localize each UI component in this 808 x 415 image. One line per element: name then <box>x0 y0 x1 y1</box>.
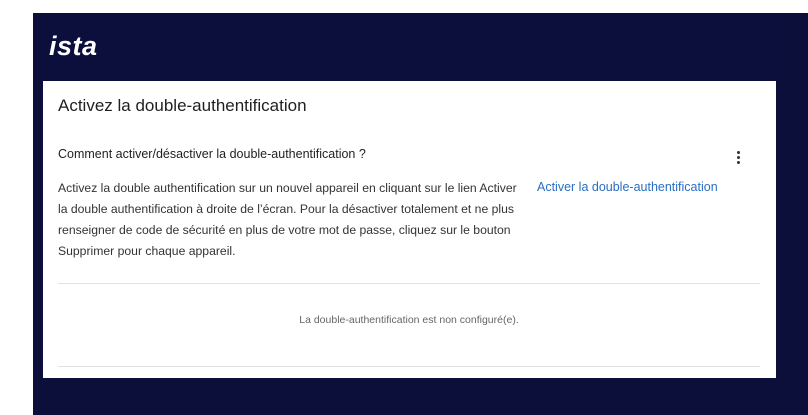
top-header: ista <box>33 13 775 81</box>
status-message: La double-authentification est non confi… <box>299 314 519 326</box>
activate-two-factor-link[interactable]: Activer la double-authentification <box>537 180 718 194</box>
instructions-text: Activez la double authentification sur u… <box>58 181 517 258</box>
page-title: Activez la double-authentification <box>58 96 307 115</box>
more-options-icon[interactable] <box>733 151 743 169</box>
divider-top <box>58 283 760 284</box>
ista-logo[interactable]: ista <box>49 31 98 62</box>
two-factor-card: Activez la double-authentification Comme… <box>43 81 776 378</box>
divider-bottom <box>58 366 760 367</box>
section-title: Comment activer/désactiver la double-aut… <box>58 147 366 161</box>
